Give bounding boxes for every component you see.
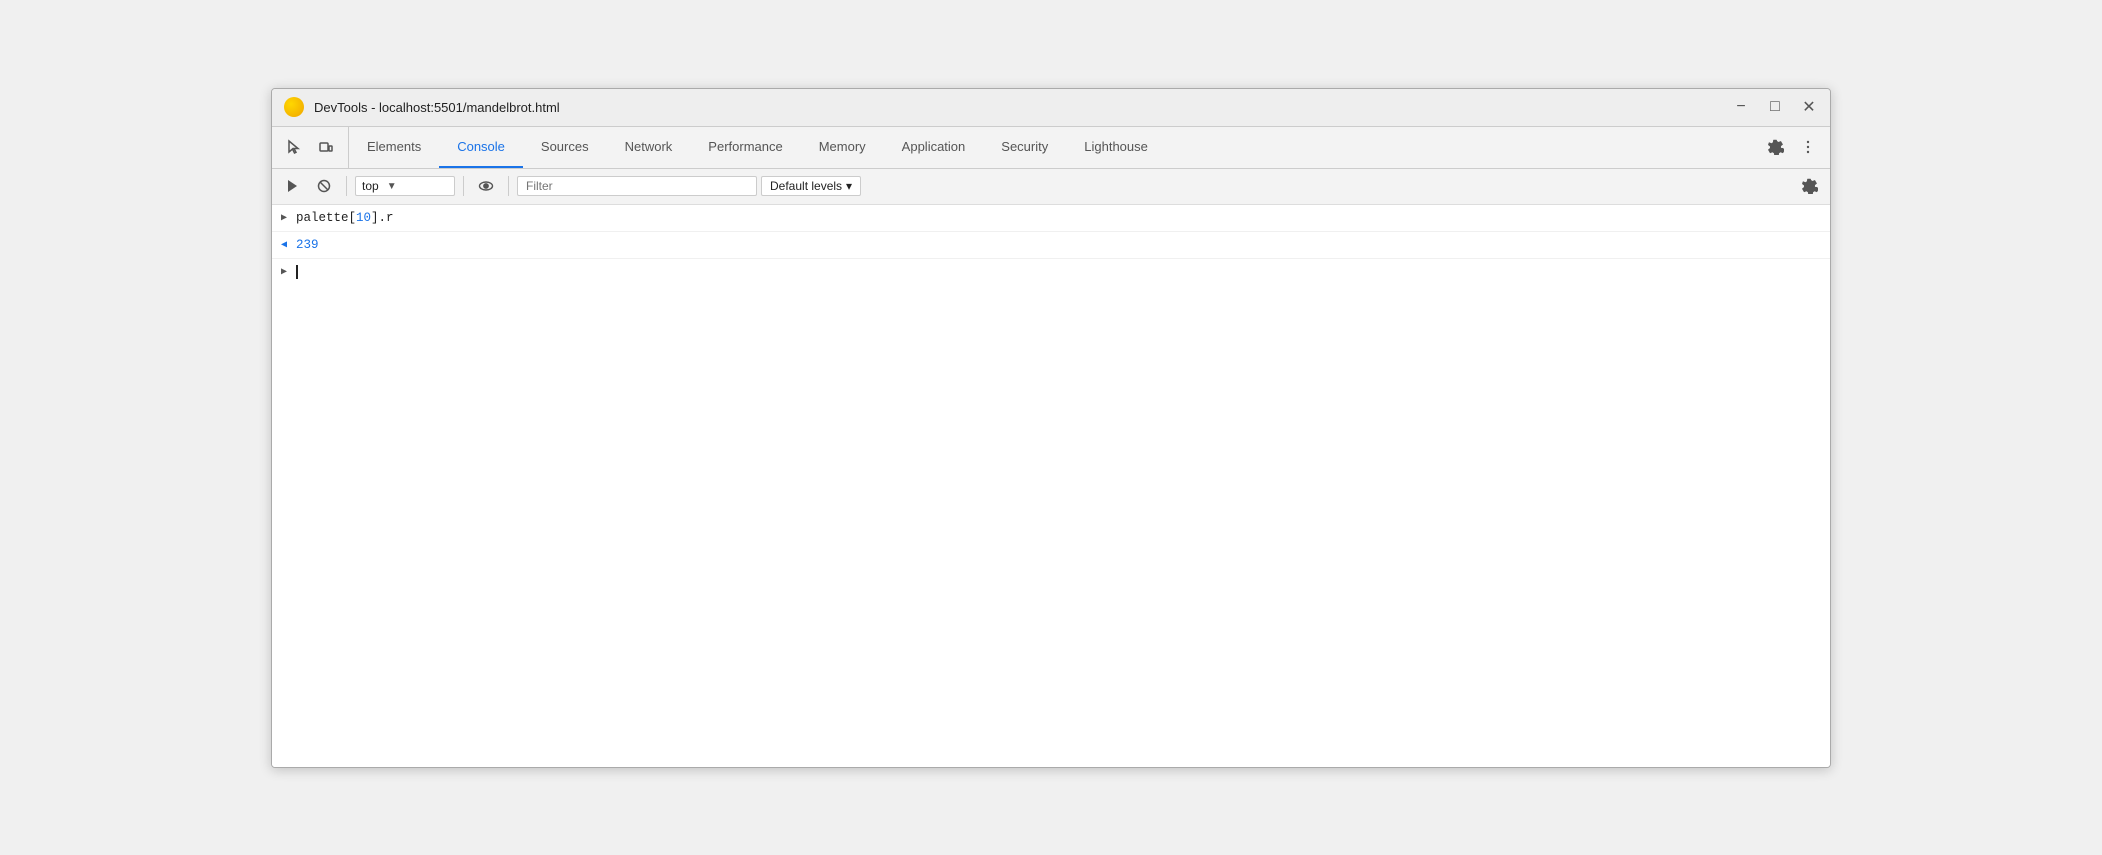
run-console-button[interactable]: [278, 172, 306, 200]
tab-performance[interactable]: Performance: [690, 127, 800, 168]
tab-application[interactable]: Application: [884, 127, 984, 168]
window-controls: − □ ✕: [1732, 98, 1818, 116]
toolbar-divider-1: [346, 176, 347, 196]
console-entry-1: ▶ palette[10].r: [272, 205, 1830, 232]
entry-2-text: 239: [296, 235, 1822, 255]
window-title: DevTools - localhost:5501/mandelbrot.htm…: [314, 100, 1732, 115]
console-input-line[interactable]: ▶: [272, 259, 1830, 285]
tab-network[interactable]: Network: [607, 127, 691, 168]
log-levels-label: Default levels: [770, 179, 842, 193]
live-expressions-button[interactable]: [472, 172, 500, 200]
tab-bar: Elements Console Sources Network Perform…: [272, 127, 1830, 169]
devtools-icon-group: [272, 127, 349, 168]
close-button[interactable]: ✕: [1800, 98, 1818, 116]
entry-1-index: 10: [356, 211, 371, 225]
app-icon: [284, 97, 304, 117]
maximize-button[interactable]: □: [1766, 98, 1784, 116]
tab-console[interactable]: Console: [439, 127, 523, 168]
filter-input[interactable]: [517, 176, 757, 196]
context-selector-value: top: [362, 179, 379, 193]
console-toolbar-end: [1796, 172, 1824, 200]
entry-2-arrow[interactable]: ◀: [272, 235, 296, 251]
tabs-container: Elements Console Sources Network Perform…: [349, 127, 1754, 168]
tab-bar-end: [1754, 127, 1830, 168]
settings-icon-button[interactable]: [1762, 133, 1790, 161]
minimize-button[interactable]: −: [1732, 98, 1750, 116]
entry-1-arrow[interactable]: ▶: [272, 208, 296, 224]
clear-console-button[interactable]: [310, 172, 338, 200]
log-levels-arrow: ▾: [846, 179, 852, 193]
tab-security[interactable]: Security: [983, 127, 1066, 168]
context-selector-arrow: ▼: [387, 181, 397, 192]
title-bar: DevTools - localhost:5501/mandelbrot.htm…: [272, 89, 1830, 127]
console-toolbar-left: top ▼ Default levels ▾: [278, 172, 861, 200]
tab-memory[interactable]: Memory: [801, 127, 884, 168]
text-cursor: [296, 265, 298, 279]
log-levels-selector[interactable]: Default levels ▾: [761, 176, 861, 196]
input-arrow: ▶: [272, 262, 296, 278]
tab-lighthouse[interactable]: Lighthouse: [1066, 127, 1166, 168]
toolbar-divider-3: [508, 176, 509, 196]
device-emulation-button[interactable]: [312, 133, 340, 161]
devtools-window: DevTools - localhost:5501/mandelbrot.htm…: [271, 88, 1831, 768]
entry-1-text: palette[10].r: [296, 208, 1822, 228]
context-selector[interactable]: top ▼: [355, 176, 455, 196]
cursor-icon-button[interactable]: [280, 133, 308, 161]
console-settings-button[interactable]: [1796, 172, 1824, 200]
console-toolbar: top ▼ Default levels ▾: [272, 169, 1830, 205]
more-options-button[interactable]: [1794, 133, 1822, 161]
console-output[interactable]: ▶ palette[10].r ◀ 239 ▶: [272, 205, 1830, 767]
tab-sources[interactable]: Sources: [523, 127, 607, 168]
tab-elements[interactable]: Elements: [349, 127, 439, 168]
console-entry-2: ◀ 239: [272, 232, 1830, 259]
toolbar-divider-2: [463, 176, 464, 196]
input-text: [296, 262, 1822, 282]
